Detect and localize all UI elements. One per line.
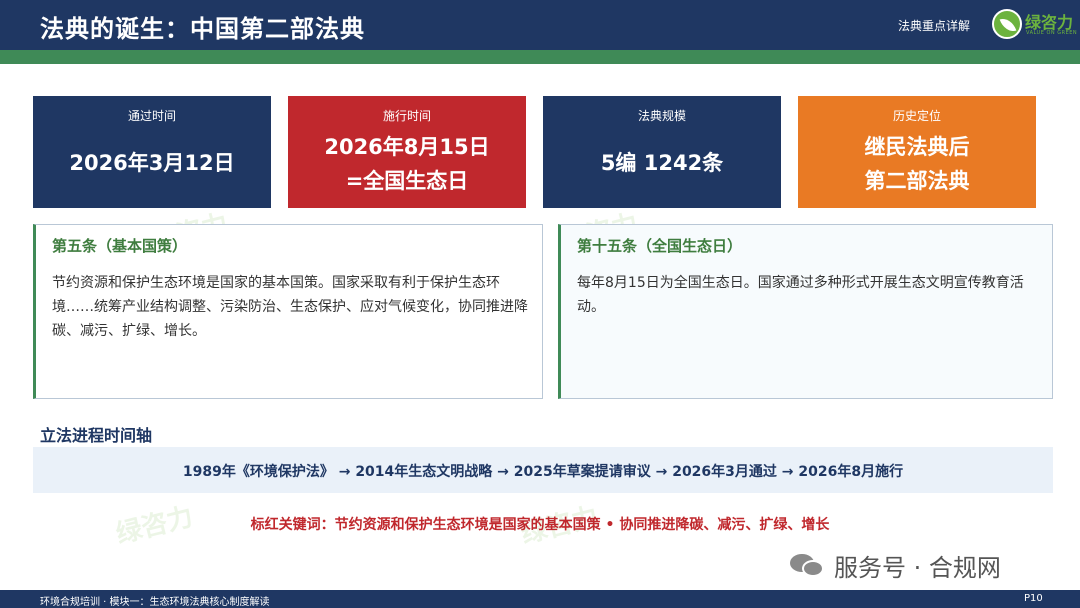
card-label: 法典规模	[637, 109, 686, 123]
card-value: 2026年3月12日	[33, 146, 271, 180]
header-subtitle: 法典重点详解	[898, 19, 971, 33]
timeline-heading: 立法进程时间轴	[40, 426, 153, 445]
brand-logo: 绿咨力 VALUE ON GREEN	[992, 8, 1078, 42]
article-text: 节约资源和保护生态环境是国家的基本国策。国家采取有利于保护生态环境……统筹产业结…	[52, 275, 528, 339]
card-value-line: 继民法典后	[864, 135, 970, 159]
service-account-text: 服务号 · 合规网	[834, 554, 1001, 582]
article-five-panel: 第五条（基本国策） 节约资源和保护生态环境是国家的基本国策。国家采取有利于保护生…	[33, 224, 543, 399]
card-value: 继民法典后 第二部法典	[798, 130, 1036, 198]
timeline-text: 1989年《环境保护法》 → 2014年生态文明战略 → 2025年草案提请审议…	[182, 464, 904, 480]
card-value-line: 2026年8月15日	[324, 135, 490, 159]
red-keywords: 标红关键词：节约资源和保护生态环境是国家的基本国策 • 协同推进降碳、减污、扩绿…	[250, 517, 830, 533]
article-text: 每年8月15日为全国生态日。国家通过多种形式开展生态文明宣传教育活动。	[577, 275, 1024, 315]
header-bar: 法典的诞生：中国第二部法典 法典重点详解 绿咨力 VALUE ON GREEN	[0, 0, 1080, 50]
footer-bar: 环境合规培训 · 模块一：生态环境法典核心制度解读 P10	[0, 590, 1080, 608]
card-value-line: 5编 1242条	[600, 151, 724, 175]
article-title: 第十五条（全国生态日）	[577, 237, 743, 255]
card-label: 通过时间	[127, 109, 176, 123]
card-pass-date: 通过时间 2026年3月12日	[33, 96, 271, 208]
card-value: 5编 1242条	[543, 146, 781, 180]
footer-course: 环境合规培训 · 模块一：生态环境法典核心制度解读	[40, 597, 270, 608]
card-value: 2026年8月15日 =全国生态日	[288, 130, 526, 198]
card-effective-date: 施行时间 2026年8月15日 =全国生态日	[288, 96, 526, 208]
card-value-line: 2026年3月12日	[69, 151, 235, 175]
timeline-bar: 1989年《环境保护法》 → 2014年生态文明战略 → 2025年草案提请审议…	[33, 447, 1053, 493]
card-historical-position: 历史定位 继民法典后 第二部法典	[798, 96, 1036, 208]
article-fifteen-panel: 第十五条（全国生态日） 每年8月15日为全国生态日。国家通过多种形式开展生态文明…	[558, 224, 1053, 399]
card-label: 施行时间	[382, 109, 431, 123]
wechat-icon	[790, 550, 826, 580]
page-title: 法典的诞生：中国第二部法典	[40, 15, 365, 43]
article-title: 第五条（基本国策）	[52, 237, 188, 255]
page-number: P10	[1024, 593, 1043, 604]
accent-divider	[0, 50, 1080, 64]
card-value-line: 第二部法典	[864, 169, 970, 193]
card-label: 历史定位	[892, 109, 941, 123]
logo-subtext: VALUE ON GREEN	[1026, 30, 1078, 36]
card-value-line: =全国生态日	[345, 169, 469, 193]
card-code-scale: 法典规模 5编 1242条	[543, 96, 781, 208]
leaf-icon	[992, 9, 1022, 39]
